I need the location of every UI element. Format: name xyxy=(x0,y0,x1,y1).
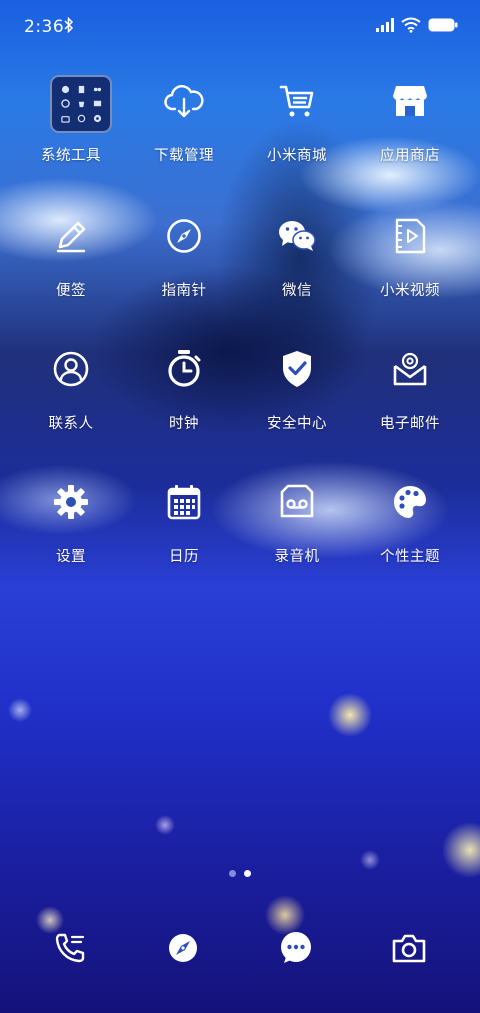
compass-icon xyxy=(158,210,210,262)
app-label: 便签 xyxy=(56,283,86,299)
app-label: 安全中心 xyxy=(267,416,327,432)
app-label: 应用商店 xyxy=(380,148,440,164)
video-file-icon xyxy=(384,210,436,262)
app-label: 小米视频 xyxy=(380,283,440,299)
phone-icon[interactable] xyxy=(50,928,90,968)
mail-at-icon xyxy=(384,343,436,395)
app-label: 日历 xyxy=(169,549,199,565)
pencil-icon xyxy=(45,210,97,262)
app-label: 时钟 xyxy=(169,416,199,432)
folder-icon xyxy=(50,75,112,133)
battery-icon xyxy=(428,18,458,32)
browser-compass-icon[interactable] xyxy=(163,928,203,968)
app-label: 联系人 xyxy=(48,416,94,432)
app-label: 电子邮件 xyxy=(380,416,440,432)
app-label: 个性主题 xyxy=(380,549,440,565)
page-dot-2[interactable] xyxy=(244,870,251,877)
app-label: 小米商城 xyxy=(267,148,327,164)
bluetooth-icon xyxy=(64,17,74,33)
status-bar: 2:36 xyxy=(0,0,480,52)
status-time: 2:36 xyxy=(24,17,65,37)
store-icon xyxy=(384,75,436,127)
contact-icon xyxy=(45,343,97,395)
palette-icon xyxy=(384,476,436,528)
stopwatch-icon xyxy=(158,343,210,395)
app-label: 指南针 xyxy=(161,283,207,299)
signal-icon xyxy=(376,18,394,32)
recorder-icon xyxy=(271,476,323,528)
page-dot-1[interactable] xyxy=(229,870,236,877)
wechat-icon xyxy=(271,210,323,262)
camera-icon[interactable] xyxy=(389,928,429,968)
app-label: 系统工具 xyxy=(41,148,101,164)
shield-check-icon xyxy=(271,343,323,395)
message-icon[interactable] xyxy=(276,928,316,968)
app-label: 设置 xyxy=(56,549,86,565)
app-label: 下载管理 xyxy=(154,148,214,164)
app-label: 录音机 xyxy=(274,549,320,565)
cart-icon xyxy=(271,75,323,127)
cloud-download-icon xyxy=(158,75,210,127)
page-indicator xyxy=(0,870,480,880)
gear-icon xyxy=(45,476,97,528)
app-label: 微信 xyxy=(282,283,312,299)
wifi-icon xyxy=(401,17,421,33)
calendar-icon xyxy=(158,476,210,528)
